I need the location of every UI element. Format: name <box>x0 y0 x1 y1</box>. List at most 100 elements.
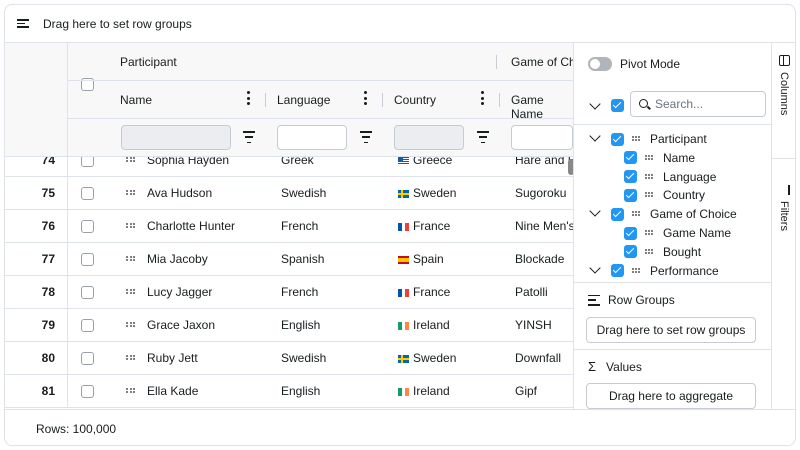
column-checkbox[interactable] <box>624 226 637 240</box>
column-menu-icon[interactable] <box>363 91 367 105</box>
cell-country[interactable]: Sweden <box>398 177 456 210</box>
column-checkbox[interactable] <box>611 207 624 221</box>
language-filter-input[interactable] <box>277 125 347 150</box>
cell-language[interactable]: English <box>281 375 320 408</box>
cell-country[interactable]: Spain <box>398 243 444 276</box>
header-country[interactable]: Country <box>394 93 436 107</box>
row-checkbox[interactable] <box>81 352 94 365</box>
drag-handle-icon[interactable] <box>126 190 135 196</box>
cell-country[interactable]: Greece <box>398 157 452 177</box>
game-filter-input[interactable] <box>511 125 573 150</box>
filter-icon[interactable] <box>243 131 255 143</box>
column-group-item[interactable]: Participant <box>589 130 707 148</box>
drag-handle-icon[interactable] <box>126 157 135 163</box>
cell-game-name[interactable]: Hare and Ho <box>515 157 573 177</box>
drag-handle-icon[interactable] <box>126 289 135 295</box>
cell-name[interactable]: Lucy Jagger <box>147 276 212 309</box>
cell-name[interactable]: Ruby Jett <box>147 342 198 375</box>
table-row[interactable]: 78 Lucy Jagger French France Patolli <box>5 276 573 309</box>
header-separator[interactable] <box>382 93 383 107</box>
header-separator[interactable] <box>499 93 500 107</box>
cell-game-name[interactable]: Sugoroku <box>515 177 566 210</box>
row-checkbox[interactable] <box>81 187 94 200</box>
cell-game-name[interactable]: Gipf <box>515 375 537 408</box>
values-drop-zone[interactable]: Drag here to aggregate <box>586 383 756 409</box>
tab-filters[interactable]: Filters <box>772 185 795 245</box>
column-checkbox[interactable] <box>624 245 637 259</box>
header-name[interactable]: Name <box>120 93 152 107</box>
column-checkbox[interactable] <box>611 132 624 146</box>
filter-icon[interactable] <box>360 131 372 143</box>
drag-handle-icon[interactable] <box>632 211 640 217</box>
row-checkbox[interactable] <box>81 157 94 167</box>
cell-game-name[interactable]: Patolli <box>515 276 548 309</box>
cell-country[interactable]: Sweden <box>398 342 456 375</box>
row-checkbox[interactable] <box>81 385 94 398</box>
column-menu-icon[interactable] <box>246 91 250 105</box>
column-menu-icon[interactable] <box>480 91 484 105</box>
row-groups-drop-zone[interactable]: Drag here to set row groups <box>586 317 756 343</box>
row-group-drop-zone[interactable]: Drag here to set row groups <box>5 5 795 43</box>
filter-icon[interactable] <box>477 131 489 143</box>
column-checkbox[interactable] <box>624 188 637 202</box>
pivot-mode-toggle[interactable]: Pivot Mode <box>588 57 680 71</box>
cell-language[interactable]: Greek <box>281 157 314 177</box>
drag-handle-icon[interactable] <box>645 154 653 161</box>
drag-handle-icon[interactable] <box>645 192 653 198</box>
cell-language[interactable]: English <box>281 309 320 342</box>
header-language[interactable]: Language <box>277 93 330 107</box>
table-row[interactable]: 75 Ava Hudson Swedish Sweden Sugoroku <box>5 177 573 210</box>
toggle-switch[interactable] <box>588 57 612 71</box>
cell-game-name[interactable]: YINSH <box>515 309 552 342</box>
drag-handle-icon[interactable] <box>632 136 640 142</box>
drag-handle-icon[interactable] <box>645 230 653 236</box>
cell-game-name[interactable]: Downfall <box>515 342 561 375</box>
drag-handle-icon[interactable] <box>126 322 135 328</box>
table-row[interactable]: 77 Mia Jacoby Spanish Spain Blockade <box>5 243 573 276</box>
chevron-down-icon[interactable] <box>589 205 601 217</box>
drag-handle-icon[interactable] <box>126 256 135 262</box>
drag-handle-icon[interactable] <box>126 388 135 394</box>
column-item[interactable]: Language <box>624 168 716 186</box>
cell-language[interactable]: Swedish <box>281 177 326 210</box>
drag-handle-icon[interactable] <box>645 173 653 180</box>
header-game-name[interactable]: Game Name <box>511 93 573 121</box>
cell-language[interactable]: Swedish <box>281 342 326 375</box>
cell-language[interactable]: Spanish <box>281 243 324 276</box>
cell-country[interactable]: France <box>398 276 450 309</box>
chevron-down-icon[interactable] <box>589 261 601 274</box>
chevron-down-icon[interactable] <box>589 98 601 110</box>
cell-country[interactable]: France <box>398 210 450 243</box>
drag-handle-icon[interactable] <box>126 355 135 361</box>
cell-country[interactable]: Ireland <box>398 309 450 342</box>
table-row[interactable]: 81 Ella Kade English Ireland Gipf <box>5 375 573 408</box>
cell-name[interactable]: Ella Kade <box>147 375 198 408</box>
column-item[interactable]: Bought <box>624 243 701 261</box>
cell-name[interactable]: Charlotte Hunter <box>147 210 235 243</box>
header-separator[interactable] <box>265 93 266 107</box>
cell-name[interactable]: Grace Jaxon <box>147 309 215 342</box>
cell-game-name[interactable]: Blockade <box>515 243 564 276</box>
cell-language[interactable]: French <box>281 210 318 243</box>
search-input[interactable] <box>655 96 759 112</box>
cell-game-name[interactable]: Nine Men's M <box>515 210 573 243</box>
column-search-box[interactable] <box>630 91 766 117</box>
table-row[interactable]: 79 Grace Jaxon English Ireland YINSH <box>5 309 573 342</box>
cell-name[interactable]: Ava Hudson <box>147 177 212 210</box>
cell-name[interactable]: Mia Jacoby <box>147 243 208 276</box>
column-checkbox[interactable] <box>624 170 637 184</box>
tab-columns[interactable]: Columns <box>772 43 795 159</box>
table-row[interactable]: 80 Ruby Jett Swedish Sweden Downfall <box>5 342 573 375</box>
table-row[interactable]: 76 Charlotte Hunter French France Nine Men's… <box>5 210 573 243</box>
header-group-participant[interactable]: Participant <box>120 55 177 69</box>
drag-handle-icon[interactable] <box>645 248 653 255</box>
cell-language[interactable]: French <box>281 276 318 309</box>
column-checkbox[interactable] <box>624 151 637 165</box>
column-checkbox[interactable] <box>611 264 624 278</box>
row-checkbox[interactable] <box>81 220 94 233</box>
column-group-item[interactable]: Game of Choice <box>589 205 737 223</box>
row-checkbox[interactable] <box>81 319 94 332</box>
column-item[interactable]: Name <box>624 149 695 167</box>
column-item[interactable]: Game Name <box>624 224 731 242</box>
column-group-item[interactable]: Performance <box>589 261 719 280</box>
